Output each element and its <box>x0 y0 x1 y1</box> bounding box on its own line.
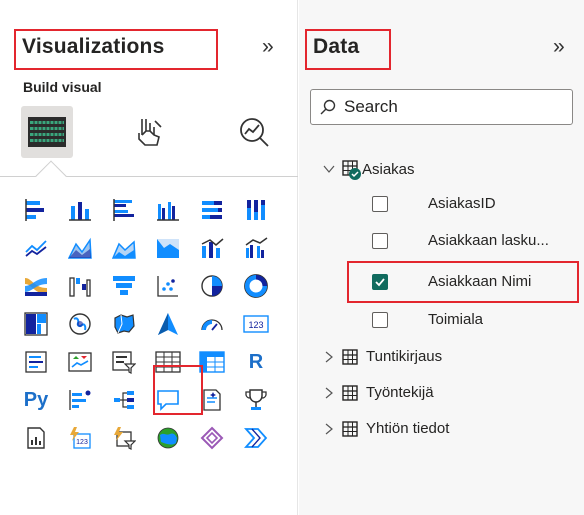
100-stacked-area-chart-icon[interactable] <box>151 231 185 265</box>
stacked-bar-chart-icon[interactable] <box>19 193 53 227</box>
100-stacked-bar-chart-icon[interactable] <box>195 193 229 227</box>
area-chart-icon[interactable] <box>63 231 97 265</box>
field-row-asiakkaan-nimi[interactable]: Asiakkaan Nimi <box>372 273 531 290</box>
slicer-icon[interactable] <box>107 345 141 379</box>
stacked-column-chart-icon[interactable] <box>63 193 97 227</box>
100-stacked-column-chart-icon[interactable] <box>239 193 273 227</box>
ribbon-chart-icon[interactable] <box>19 269 53 303</box>
tab-notch <box>35 160 67 192</box>
table-row-tyontekija[interactable]: Työntekijä <box>322 384 434 401</box>
power-automate-card-icon[interactable]: 123 <box>63 421 97 455</box>
field-checkbox[interactable] <box>372 311 388 328</box>
build-visual-label: Build visual <box>23 79 102 95</box>
power-automate-icon[interactable] <box>239 421 273 455</box>
build-visual-icon <box>28 117 66 147</box>
scatter-chart-icon[interactable] <box>151 269 185 303</box>
chevron-right-icon <box>325 423 333 434</box>
table-icon <box>342 160 361 180</box>
format-visual-tab[interactable] <box>122 106 174 158</box>
highlight-box-table-visual <box>153 365 203 415</box>
clustered-column-chart-icon[interactable] <box>151 193 185 227</box>
python-visual-icon[interactable]: Py <box>19 383 53 417</box>
double-chevron-right-icon[interactable]: » <box>553 36 565 57</box>
field-checkbox[interactable] <box>372 232 388 249</box>
r-script-visual-icon[interactable]: R <box>239 345 273 379</box>
multi-row-card-icon[interactable] <box>19 345 53 379</box>
field-row-asiakkaan-lasku[interactable]: Asiakkaan lasku... <box>372 232 549 249</box>
table-row-yhtion-tiedot[interactable]: Yhtiön tiedot <box>322 420 449 437</box>
field-row-toimiala[interactable]: Toimiala <box>372 311 483 328</box>
line-chart-icon[interactable] <box>19 231 53 265</box>
svg-text:123: 123 <box>76 439 88 446</box>
field-label: Asiakkaan Nimi <box>428 273 532 290</box>
search-input[interactable]: Search <box>310 89 573 125</box>
analytics-tab[interactable] <box>228 106 280 158</box>
azure-map-icon[interactable] <box>151 307 185 341</box>
field-label: AsiakasID <box>428 195 496 212</box>
highlight-box-visualizations <box>14 29 218 70</box>
chevron-right-icon <box>325 387 333 398</box>
table-name: Yhtiön tiedot <box>366 420 450 437</box>
paginated-report-icon[interactable] <box>19 421 53 455</box>
stacked-area-chart-icon[interactable] <box>107 231 141 265</box>
map-icon[interactable] <box>63 307 97 341</box>
double-chevron-right-icon[interactable]: » <box>262 36 274 57</box>
search-placeholder: Search <box>344 97 398 116</box>
table-row-asiakas[interactable]: Asiakas <box>322 160 415 180</box>
table-name: Asiakas <box>362 160 415 178</box>
table-row-tuntikirjaus[interactable]: Tuntikirjaus <box>322 348 442 365</box>
visualizations-pane: Visualizations » Build visual 123 R Py 1… <box>0 0 298 515</box>
gauge-icon[interactable] <box>195 307 229 341</box>
decomposition-tree-icon[interactable] <box>107 383 141 417</box>
kpi-icon[interactable] <box>63 345 97 379</box>
goals-trophy-icon[interactable] <box>239 383 273 417</box>
donut-chart-icon[interactable] <box>239 269 273 303</box>
chevron-right-icon <box>325 351 333 362</box>
funnel-chart-icon[interactable] <box>107 269 141 303</box>
filled-map-icon[interactable] <box>107 307 141 341</box>
format-visual-icon <box>138 119 162 146</box>
clustered-bar-chart-icon[interactable] <box>107 193 141 227</box>
arcgis-map-icon[interactable] <box>151 421 185 455</box>
svg-text:123: 123 <box>248 320 263 330</box>
build-visual-tab[interactable] <box>21 106 73 158</box>
treemap-icon[interactable] <box>19 307 53 341</box>
checkmark-badge-icon <box>349 168 361 180</box>
line-and-clustered-column-chart-icon[interactable] <box>239 231 273 265</box>
highlight-box-data <box>305 29 391 70</box>
field-label: Asiakkaan lasku... <box>428 232 549 249</box>
analytics-icon <box>240 118 269 147</box>
line-and-stacked-column-chart-icon[interactable] <box>195 231 229 265</box>
power-apps-icon[interactable] <box>195 421 229 455</box>
table-icon <box>342 348 358 365</box>
field-label: Toimiala <box>428 311 484 328</box>
card-icon[interactable]: 123 <box>239 307 273 341</box>
table-icon <box>342 420 358 437</box>
key-influencers-icon[interactable] <box>63 383 97 417</box>
table-name: Tuntikirjaus <box>366 348 443 365</box>
chevron-down-icon <box>323 165 335 173</box>
field-checkbox[interactable] <box>372 195 388 212</box>
field-row-asiakasid[interactable]: AsiakasID <box>372 195 496 212</box>
search-icon <box>320 99 336 115</box>
power-automate-slicer-icon[interactable] <box>107 421 141 455</box>
table-name: Työntekijä <box>366 384 434 401</box>
field-checkbox-checked[interactable] <box>372 273 388 290</box>
table-icon <box>342 384 358 401</box>
pie-chart-icon[interactable] <box>195 269 229 303</box>
waterfall-chart-icon[interactable] <box>63 269 97 303</box>
data-pane: Data » Search Asiakas AsiakasID Asiakkaa… <box>299 0 584 515</box>
checkmark-icon <box>375 277 385 286</box>
